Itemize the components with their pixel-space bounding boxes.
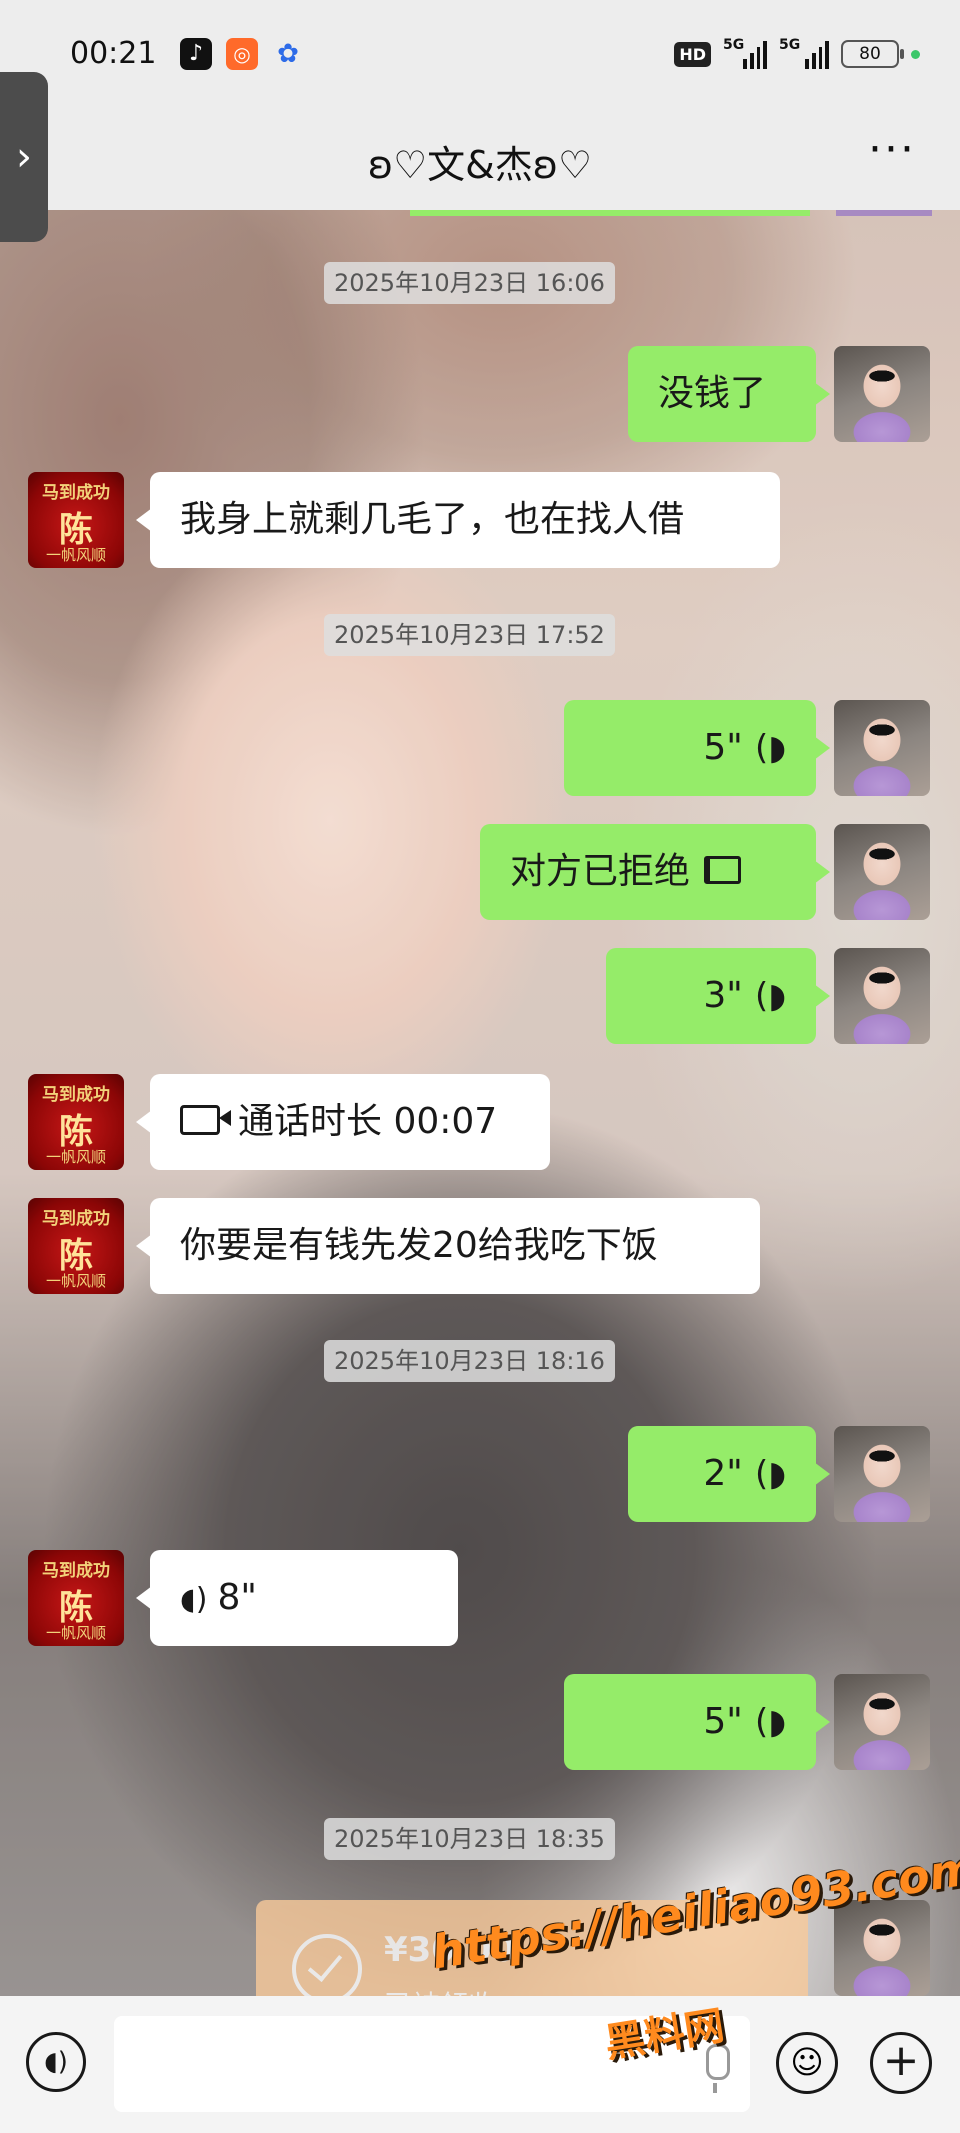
my-voice-message[interactable]: 5" ◖) [564, 1674, 830, 1770]
baidu-notification-icon: ✿ [277, 39, 299, 69]
call-duration-text: 通话时长 00:07 [238, 1101, 498, 1142]
avatar-text-bottom: 一帆风顺 [45, 546, 106, 564]
timestamp: 2025年10月23日 17:52 [324, 614, 615, 656]
my-avatar[interactable] [834, 346, 930, 442]
signal-2-label: 5G [779, 37, 801, 53]
signal-1-label: 5G [723, 37, 745, 53]
contact-message-bubble[interactable]: 我身上就剩几毛了，也在找人借 [136, 472, 780, 568]
emoji-icon: ☺ [790, 2043, 824, 2081]
previous-avatar-peek [836, 210, 932, 216]
status-time: 00:21 [70, 36, 157, 71]
call-icon [704, 856, 742, 884]
avatar-text-top: 马到成功 [42, 1085, 110, 1105]
contact-avatar[interactable]: 马到成功 陈 一帆风顺 [28, 1074, 124, 1170]
status-bar: 00:21 ♪ ◎ ✿ HD 5G 5G 80 [0, 0, 960, 110]
my-avatar[interactable] [834, 1426, 930, 1522]
video-call-bubble[interactable]: 通话时长 00:07 [136, 1074, 550, 1170]
voice-duration: 5" [703, 727, 743, 768]
plus-button[interactable]: + [870, 2032, 932, 2094]
voice-wave-icon: ◖) [754, 976, 786, 1016]
input-bar: ◖) ☺ + [0, 1996, 960, 2133]
voice-wave-icon: ◖) [180, 1582, 208, 1617]
privacy-indicator-dot [911, 49, 920, 59]
declined-call-bubble[interactable]: 对方已拒绝 [480, 824, 830, 920]
contact-voice-message[interactable]: ◖) 8" [136, 1550, 458, 1646]
voice-duration: 5" [703, 1701, 743, 1742]
contact-avatar[interactable]: 马到成功 陈 一帆风顺 [28, 1550, 124, 1646]
avatar-text-top: 马到成功 [42, 483, 110, 503]
previous-message-peek [410, 210, 810, 216]
emoji-button[interactable]: ☺ [776, 2032, 838, 2094]
chat-title: ʚ♡文&杰ʚ♡ [367, 143, 593, 187]
voice-wave-icon: ◖) [754, 1702, 786, 1742]
timestamp: 2025年10月23日 18:16 [324, 1340, 615, 1382]
status-right: HD 5G 5G 80 [674, 36, 920, 72]
my-avatar[interactable] [834, 824, 930, 920]
check-circle-icon [292, 1934, 362, 2004]
signal-1-icon: 5G [723, 37, 767, 69]
my-avatar[interactable] [834, 1900, 930, 1996]
signal-2-icon: 5G [779, 37, 829, 69]
avatar-text-top: 马到成功 [42, 1561, 110, 1581]
my-avatar[interactable] [834, 948, 930, 1044]
voice-input-button[interactable]: ◖) [26, 2032, 86, 2092]
chat-background-overlay [0, 0, 960, 2133]
hd-badge: HD [674, 41, 711, 67]
voice-duration: 8" [217, 1577, 257, 1618]
voice-duration: 2" [703, 1453, 743, 1494]
voice-wave-icon: ◖) [754, 1454, 786, 1494]
more-icon: ··· [868, 124, 916, 175]
voice-wave-icon: ◖) [754, 728, 786, 768]
my-message-bubble[interactable]: 没钱了 [628, 346, 830, 442]
battery-icon: 80 [841, 40, 904, 68]
more-button[interactable]: ··· [868, 124, 916, 175]
timestamp: 2025年10月23日 16:06 [324, 262, 615, 304]
my-voice-message[interactable]: 3" ◖) [606, 948, 830, 1044]
avatar-text-bottom: 一帆风顺 [45, 1272, 106, 1290]
call-status-text: 对方已拒绝 [510, 851, 691, 892]
my-avatar[interactable] [834, 1674, 930, 1770]
plus-icon: + [882, 2035, 920, 2086]
timestamp: 2025年10月23日 18:35 [324, 1818, 615, 1860]
floating-side-tab[interactable]: › [0, 72, 48, 242]
my-voice-message[interactable]: 2" ◖) [628, 1426, 830, 1522]
avatar-text-top: 马到成功 [42, 1209, 110, 1229]
voice-duration: 3" [703, 975, 743, 1016]
avatar-text-bottom: 一帆风顺 [45, 1624, 106, 1642]
contact-message-bubble[interactable]: 你要是有钱先发20给我吃下饭 [136, 1198, 760, 1294]
voice-input-icon: ◖) [44, 2047, 68, 2077]
app-notification-icon: ◎ [226, 38, 258, 70]
contact-avatar[interactable]: 马到成功 陈 一帆风顺 [28, 472, 124, 568]
contact-avatar[interactable]: 马到成功 陈 一帆风顺 [28, 1198, 124, 1294]
chat-title-bar: ‹ ʚ♡文&杰ʚ♡ ··· [0, 110, 960, 210]
my-voice-message[interactable]: 5" ◖) [564, 700, 830, 796]
video-camera-icon [180, 1105, 231, 1135]
my-avatar[interactable] [834, 700, 930, 796]
avatar-text-bottom: 一帆风顺 [45, 1148, 106, 1166]
tiktok-notification-icon: ♪ [180, 38, 212, 70]
